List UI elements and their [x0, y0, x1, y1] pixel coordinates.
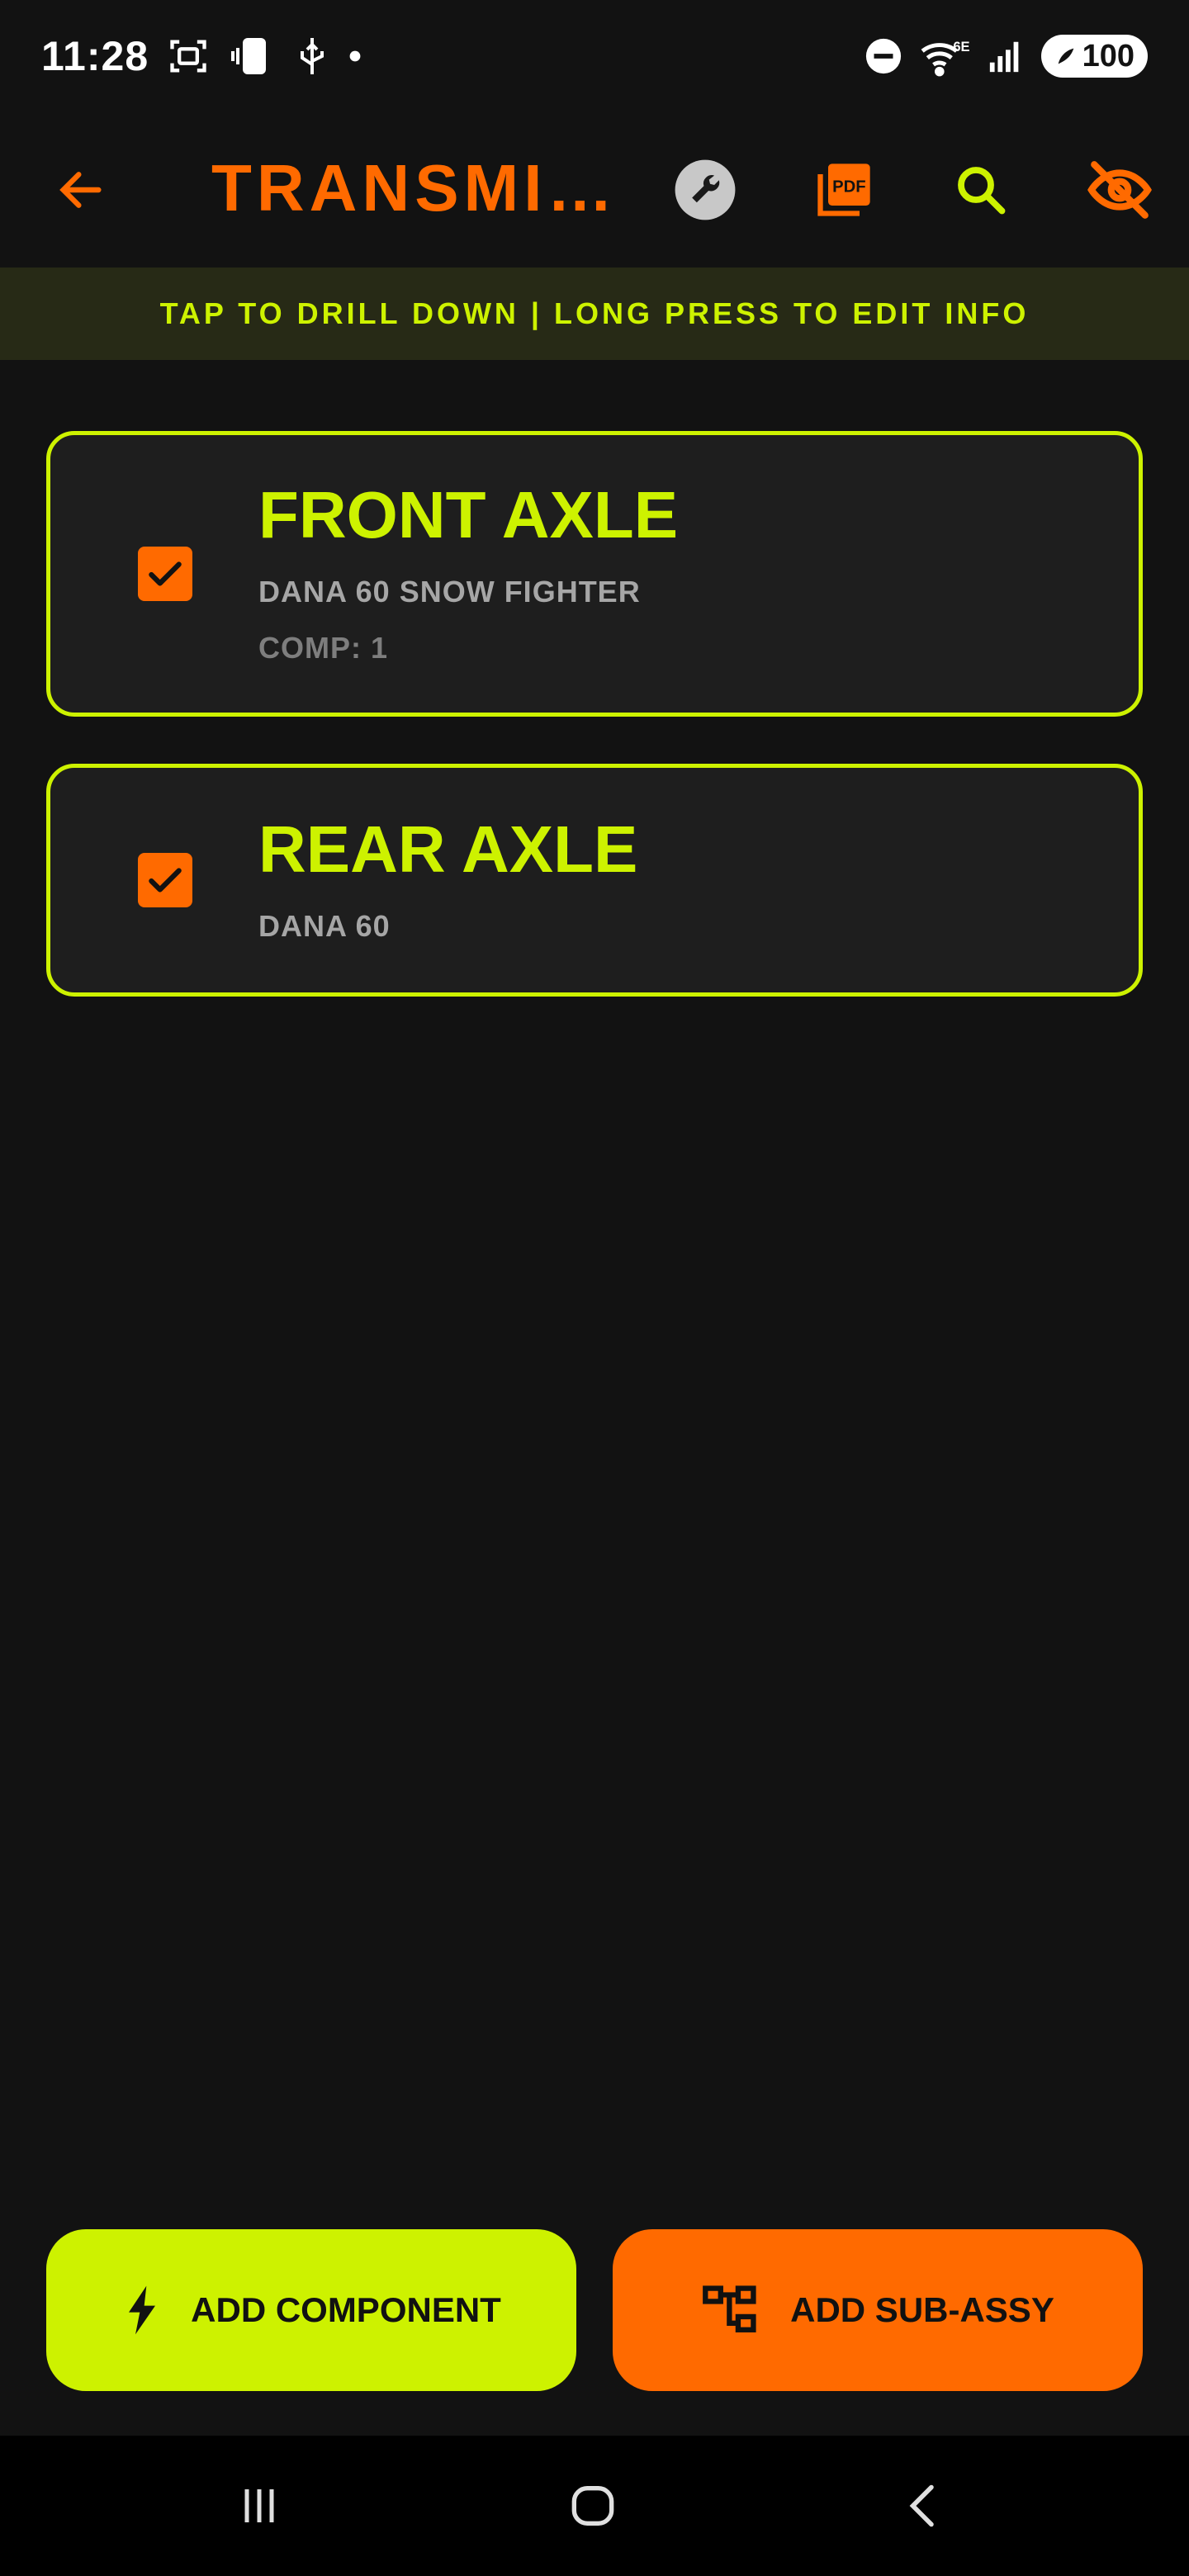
dot-icon	[349, 50, 361, 62]
search-icon	[958, 167, 1006, 215]
chevron-left-icon	[909, 2484, 934, 2527]
add-subassy-button[interactable]: ADD SUB-ASSY	[613, 2229, 1143, 2391]
status-right: 6E 100	[865, 35, 1148, 78]
back-button[interactable]	[31, 140, 130, 239]
status-time: 11:28	[41, 33, 149, 79]
card-body: FRONT AXLE DANA 60 SNOW FIGHTER COMP: 1	[258, 482, 678, 665]
item-checkbox[interactable]	[138, 853, 192, 907]
pdf-button[interactable]: PDF	[794, 140, 893, 239]
add-subassy-label: ADD SUB-ASSY	[790, 2290, 1054, 2329]
visibility-toggle[interactable]	[1070, 140, 1169, 239]
list-item[interactable]: REAR AXLE DANA 60	[46, 764, 1143, 997]
home-icon	[571, 2486, 614, 2526]
page-title: TRANSMI…	[211, 151, 618, 225]
status-bar: 11:28 6E 100	[0, 0, 1189, 112]
bolt-icon	[129, 2285, 156, 2335]
card-body: REAR AXLE DANA 60	[258, 817, 637, 944]
check-icon	[149, 868, 182, 893]
dnd-icon	[865, 38, 901, 74]
list-item[interactable]: FRONT AXLE DANA 60 SNOW FIGHTER COMP: 1	[46, 431, 1143, 717]
eye-off-icon	[1087, 161, 1152, 219]
item-title: FRONT AXLE	[258, 478, 679, 552]
battery-saver-icon	[1058, 48, 1073, 64]
add-component-label: ADD COMPONENT	[191, 2290, 501, 2329]
signal-icon	[989, 41, 1018, 73]
item-component-count: COMP: 1	[258, 631, 389, 665]
battery-indicator: 100	[1040, 35, 1148, 78]
battery-level: 100	[1082, 38, 1135, 73]
add-component-button[interactable]: ADD COMPONENT	[46, 2229, 576, 2391]
wrench-icon	[675, 159, 736, 220]
screenshot-icon	[170, 40, 206, 73]
hint-banner: TAP TO DRILL DOWN | LONG PRESS TO EDIT I…	[0, 268, 1189, 360]
home-button[interactable]	[552, 2469, 634, 2543]
phone-vibrate-icon	[231, 38, 267, 74]
arrow-left-icon	[59, 172, 102, 208]
wifi-icon: 6E	[921, 39, 969, 77]
svg-text:PDF: PDF	[832, 178, 866, 197]
pdf-icon: PDF	[817, 163, 870, 216]
screen: 11:28 6E 100 TRANSMI… PDF TAP TO DRILL D…	[0, 0, 1189, 2576]
hierarchy-icon	[703, 2285, 756, 2332]
recents-button[interactable]	[218, 2469, 301, 2543]
search-button[interactable]	[931, 140, 1030, 239]
item-subtitle: DANA 60 SNOW FIGHTER	[258, 575, 641, 608]
back-nav-button[interactable]	[882, 2469, 964, 2543]
app-bar: TRANSMI… PDF	[0, 112, 1189, 268]
status-left-icons	[167, 35, 362, 78]
usb-icon	[301, 38, 324, 74]
system-nav-bar	[0, 2436, 1189, 2576]
item-subtitle: DANA 60	[258, 909, 391, 943]
recents-icon	[244, 2489, 274, 2522]
check-icon	[149, 561, 182, 586]
svg-text:6E: 6E	[953, 39, 969, 54]
item-title: REAR AXLE	[258, 812, 638, 886]
tools-button[interactable]	[656, 140, 755, 239]
item-checkbox[interactable]	[138, 547, 192, 601]
